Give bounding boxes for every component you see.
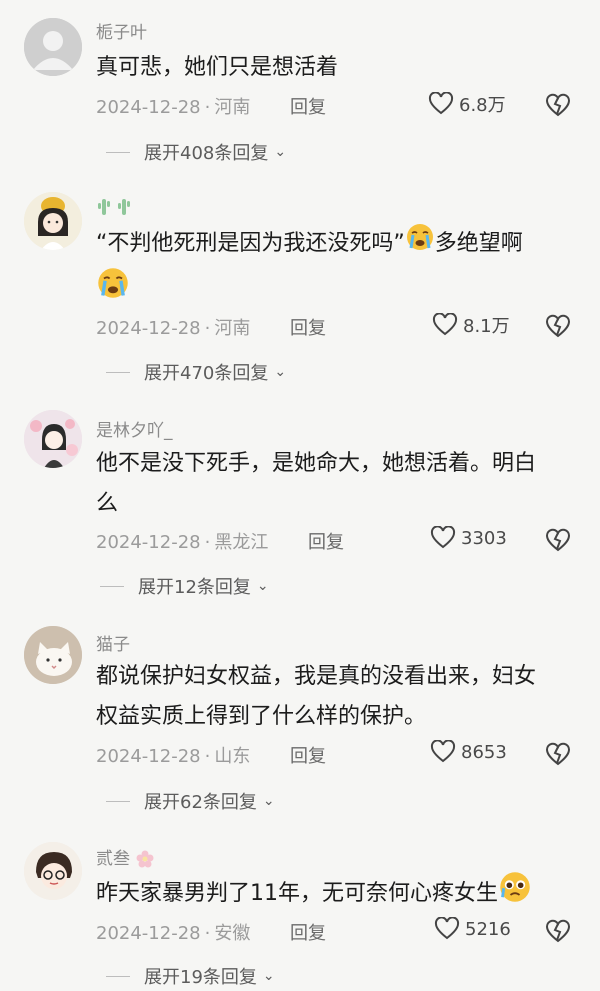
cartoon-avatar-icon (24, 842, 82, 900)
reply-button[interactable]: 回复 (290, 93, 326, 119)
crying-face-emoji (405, 222, 435, 266)
avatar[interactable] (24, 842, 82, 900)
heart-outline-icon (432, 313, 458, 336)
comment-meta: 2024-12-28 · 河南 (96, 318, 251, 339)
like-count: 8.1万 (463, 316, 510, 337)
chevron-down-icon: ⌄ (256, 578, 269, 594)
reply-button[interactable]: 回复 (290, 742, 326, 768)
flower-icon (135, 849, 155, 869)
like-button[interactable]: 3303 (430, 526, 507, 550)
heart-outline-icon (428, 92, 454, 115)
chevron-down-icon: ⌄ (262, 793, 275, 809)
like-count: 5216 (465, 918, 511, 940)
comment-tail: 多绝望啊 (434, 231, 523, 256)
like-count: 3303 (461, 527, 507, 549)
username[interactable]: 栀子叶 (96, 18, 147, 43)
broken-heart-icon[interactable] (544, 741, 572, 767)
expand-replies-label: 展开19条回复 (144, 967, 257, 988)
comment-text-line1: 他不是没下死手，是她命大，她想活着。明白 (96, 451, 537, 476)
like-count: 6.8万 (459, 95, 506, 116)
like-count: 8653 (461, 741, 507, 763)
comment-text-line2: 么 (96, 491, 119, 516)
comment-location: 山东 (214, 746, 251, 767)
expand-replies-label: 展开408条回复 (144, 143, 269, 164)
divider (106, 151, 130, 153)
comment-location: 河南 (214, 318, 251, 339)
comment-date: 2024-12-28 (96, 923, 201, 944)
username-icons[interactable] (96, 196, 136, 221)
girl-avatar-icon (24, 410, 82, 468)
comment-location: 安徽 (214, 923, 251, 944)
girl-avatar-icon (24, 192, 82, 250)
comment-meta: 2024-12-28 · 安徽 (96, 923, 251, 944)
pleading-face-emoji (498, 870, 532, 918)
divider (100, 585, 124, 587)
reply-button[interactable]: 回复 (290, 919, 326, 945)
comment-text: 昨天家暴男判了11年，无可奈何心疼女生 (96, 870, 572, 918)
expand-replies-label: 展开12条回复 (138, 577, 251, 598)
cat-avatar-icon (24, 626, 82, 684)
chevron-down-icon: ⌄ (274, 364, 287, 380)
expand-replies-button[interactable]: 展开408条回复 ⌄ (106, 139, 286, 165)
comment-text: 真可悲，她们只是想活着 (96, 55, 339, 80)
comment-location: 河南 (214, 97, 251, 118)
comment-date: 2024-12-28 (96, 532, 201, 553)
comment-meta: 2024-12-28 · 黑龙江 (96, 532, 269, 553)
comment-text-line1: 都说保护妇女权益，我是真的没看出来，妇女 (96, 664, 537, 689)
default-avatar-icon (24, 18, 82, 76)
comment-quote: “不判他死刑是因为我还没死吗” (96, 231, 405, 256)
comment-text-body: 昨天家暴男判了11年，无可奈何心疼女生 (96, 881, 498, 906)
expand-replies-label: 展开62条回复 (144, 792, 257, 813)
expand-replies-button[interactable]: 展开62条回复 ⌄ (106, 788, 275, 814)
expand-replies-button[interactable]: 展开12条回复 ⌄ (100, 573, 269, 599)
avatar[interactable] (24, 410, 82, 468)
heart-outline-icon (430, 740, 456, 763)
like-button[interactable]: 5216 (434, 917, 511, 941)
heart-outline-icon (434, 917, 460, 940)
comment-text: 他不是没下死手，是她命大，她想活着。明白 么 (96, 444, 572, 524)
broken-heart-icon[interactable] (544, 92, 572, 118)
username-text: 贰叁 (96, 849, 130, 869)
divider (106, 800, 130, 802)
like-button[interactable]: 8653 (430, 740, 507, 764)
heart-outline-icon (430, 526, 456, 549)
comment-date: 2024-12-28 (96, 318, 201, 339)
comment-meta: 2024-12-28 · 河南 (96, 97, 251, 118)
chevron-down-icon: ⌄ (262, 968, 275, 984)
expand-replies-label: 展开470条回复 (144, 363, 269, 384)
username[interactable]: 是林夕吖_ (96, 416, 173, 441)
avatar[interactable] (24, 192, 82, 250)
expand-replies-button[interactable]: 展开470条回复 ⌄ (106, 359, 286, 385)
username[interactable]: 猫子 (96, 630, 130, 655)
comment-date: 2024-12-28 (96, 746, 201, 767)
chevron-down-icon: ⌄ (274, 144, 287, 160)
reply-button[interactable]: 回复 (290, 314, 326, 340)
comment-location: 黑龙江 (214, 532, 269, 553)
like-button[interactable]: 6.8万 (428, 91, 506, 117)
comment-date: 2024-12-28 (96, 97, 201, 118)
broken-heart-icon[interactable] (544, 313, 572, 339)
divider (106, 975, 130, 977)
avatar[interactable] (24, 18, 82, 76)
broken-heart-icon[interactable] (544, 527, 572, 553)
cactus-icon (96, 199, 136, 221)
crying-face-emoji (96, 266, 130, 314)
username[interactable]: 贰叁 (96, 844, 155, 869)
expand-replies-button[interactable]: 展开19条回复 ⌄ (106, 963, 275, 989)
divider (106, 371, 130, 373)
comment-text: “不判他死刑是因为我还没死吗” 多绝望啊 (96, 222, 572, 314)
comment-text: 都说保护妇女权益，我是真的没看出来，妇女 权益实质上得到了什么样的保护。 (96, 657, 572, 737)
comment-meta: 2024-12-28 · 山东 (96, 746, 251, 767)
reply-button[interactable]: 回复 (308, 528, 344, 554)
avatar[interactable] (24, 626, 82, 684)
broken-heart-icon[interactable] (544, 918, 572, 944)
comment-text-line2: 权益实质上得到了什么样的保护。 (96, 704, 427, 729)
like-button[interactable]: 8.1万 (432, 312, 510, 338)
